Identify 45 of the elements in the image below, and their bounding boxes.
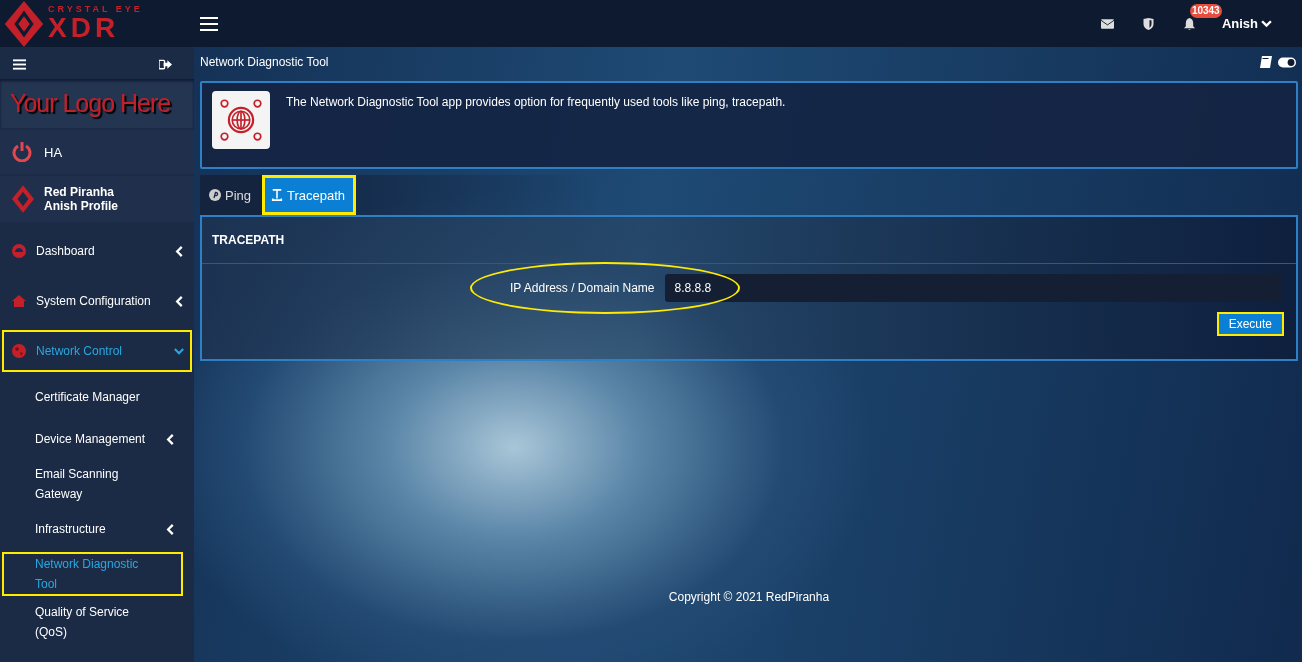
nav-subitem[interactable]: Email Scanning Gateway bbox=[2, 462, 183, 506]
panel-title: TRACEPATH bbox=[212, 233, 285, 247]
toggle-icon[interactable] bbox=[1278, 56, 1296, 68]
nav-item[interactable]: System Configuration bbox=[2, 280, 192, 322]
nav-subitem[interactable]: Quality of Service (QoS) bbox=[2, 600, 183, 644]
profile-name: Red Piranha bbox=[44, 185, 116, 199]
chevron-left-icon[interactable] bbox=[165, 523, 175, 535]
home-icon bbox=[12, 294, 26, 308]
execute-button[interactable]: Execute bbox=[1216, 312, 1284, 336]
power-icon[interactable] bbox=[12, 142, 32, 162]
pin-circle-icon bbox=[209, 189, 221, 201]
description-text: The Network Diagnostic Tool app provides option for frequently used tools like ping, tracepath. bbox=[286, 95, 786, 109]
text-tool-icon bbox=[271, 189, 284, 201]
logout-icon[interactable] bbox=[159, 58, 172, 70]
mail-icon[interactable] bbox=[1100, 17, 1114, 30]
shield-icon[interactable] bbox=[1141, 17, 1155, 30]
tab[interactable]: Tracepath bbox=[262, 175, 357, 215]
address-input[interactable]: 8.8.8.8 bbox=[664, 274, 1282, 302]
nav-subitem[interactable]: Certificate Manager bbox=[2, 378, 183, 416]
globe-icon bbox=[12, 344, 26, 358]
brand-logo: CRYSTAL EYE XDR bbox=[4, 0, 164, 47]
chevron-down-icon[interactable] bbox=[174, 345, 184, 357]
logo-text: Your Logo Here bbox=[10, 89, 171, 118]
field-label: IP Address / Domain Name bbox=[510, 281, 655, 295]
chevron-left-icon[interactable] bbox=[174, 245, 184, 257]
nav-subitem[interactable]: Device Management bbox=[2, 420, 183, 458]
nav-subitem[interactable]: Infrastructure bbox=[2, 510, 183, 548]
nav-item[interactable]: Network Control bbox=[2, 330, 192, 372]
globe-network-icon bbox=[212, 91, 270, 149]
bell-icon[interactable] bbox=[1182, 17, 1196, 30]
caret-icon bbox=[1261, 19, 1272, 28]
menu-icon[interactable] bbox=[200, 16, 218, 31]
diamond-logo-icon bbox=[12, 184, 34, 214]
user-menu[interactable]: Anish bbox=[1221, 16, 1272, 31]
chevron-left-icon[interactable] bbox=[165, 433, 175, 445]
notification-count: 10343 bbox=[1189, 3, 1222, 18]
chevron-left-icon[interactable] bbox=[174, 295, 184, 307]
profile-subtitle: Anish Profile bbox=[44, 199, 118, 213]
book-icon[interactable] bbox=[1260, 56, 1272, 68]
page-title: Network Diagnostic Tool bbox=[200, 55, 330, 69]
nav-subitem[interactable]: Network Diagnostic Tool bbox=[2, 552, 183, 596]
menu-icon[interactable] bbox=[13, 58, 26, 70]
nav-item[interactable]: Dashboard bbox=[2, 230, 192, 272]
copyright-text: Copyright © 2021 RedPiranha bbox=[668, 590, 830, 604]
ha-label[interactable]: HA bbox=[44, 144, 63, 160]
